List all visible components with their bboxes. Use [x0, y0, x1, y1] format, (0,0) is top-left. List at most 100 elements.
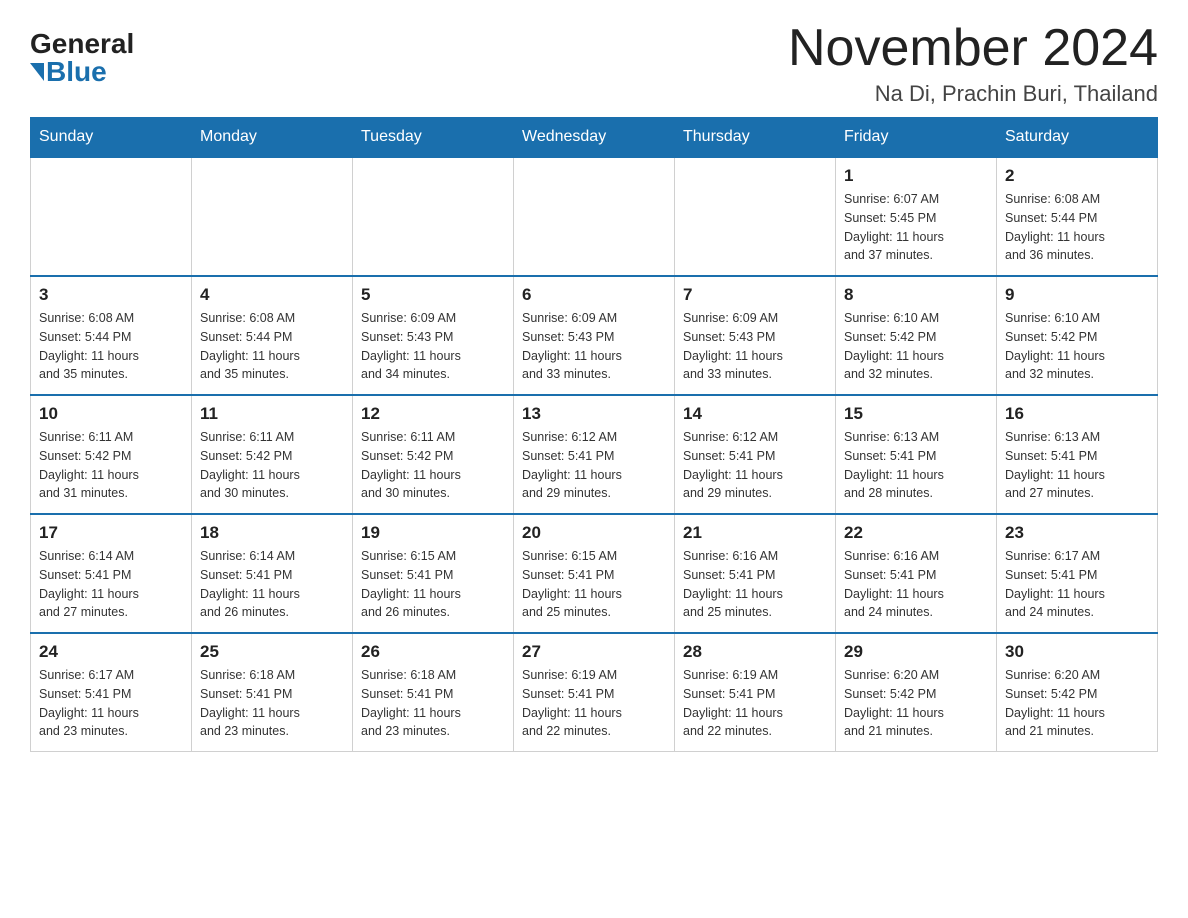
calendar-cell: 12 Sunrise: 6:11 AMSunset: 5:42 PMDayligh…: [353, 395, 514, 514]
calendar-cell: 20 Sunrise: 6:15 AMSunset: 5:41 PMDayligh…: [514, 514, 675, 633]
day-info: Sunrise: 6:19 AMSunset: 5:41 PMDaylight:…: [522, 666, 666, 741]
day-info: Sunrise: 6:20 AMSunset: 5:42 PMDaylight:…: [1005, 666, 1149, 741]
calendar-cell: 30 Sunrise: 6:20 AMSunset: 5:42 PMDayligh…: [997, 633, 1158, 752]
day-number: 3: [39, 285, 183, 305]
day-info: Sunrise: 6:13 AMSunset: 5:41 PMDaylight:…: [1005, 428, 1149, 503]
calendar-cell: 2 Sunrise: 6:08 AMSunset: 5:44 PMDaylight…: [997, 157, 1158, 276]
logo-general-text: General: [30, 30, 134, 58]
weekday-header-monday: Monday: [192, 118, 353, 158]
calendar-cell: 10 Sunrise: 6:11 AMSunset: 5:42 PMDayligh…: [31, 395, 192, 514]
calendar-cell: 29 Sunrise: 6:20 AMSunset: 5:42 PMDayligh…: [836, 633, 997, 752]
day-info: Sunrise: 6:15 AMSunset: 5:41 PMDaylight:…: [522, 547, 666, 622]
page-header: General Blue November 2024 Na Di, Prachi…: [30, 20, 1158, 107]
calendar-cell: [514, 157, 675, 276]
logo-blue-text: Blue: [46, 58, 107, 86]
day-number: 23: [1005, 523, 1149, 543]
day-info: Sunrise: 6:12 AMSunset: 5:41 PMDaylight:…: [683, 428, 827, 503]
calendar-cell: 17 Sunrise: 6:14 AMSunset: 5:41 PMDayligh…: [31, 514, 192, 633]
day-number: 14: [683, 404, 827, 424]
day-info: Sunrise: 6:11 AMSunset: 5:42 PMDaylight:…: [200, 428, 344, 503]
day-number: 22: [844, 523, 988, 543]
day-number: 28: [683, 642, 827, 662]
calendar-cell: [192, 157, 353, 276]
day-info: Sunrise: 6:09 AMSunset: 5:43 PMDaylight:…: [361, 309, 505, 384]
calendar-week-row: 17 Sunrise: 6:14 AMSunset: 5:41 PMDayligh…: [31, 514, 1158, 633]
weekday-header-friday: Friday: [836, 118, 997, 158]
day-info: Sunrise: 6:14 AMSunset: 5:41 PMDaylight:…: [200, 547, 344, 622]
day-info: Sunrise: 6:08 AMSunset: 5:44 PMDaylight:…: [1005, 190, 1149, 265]
calendar-cell: 1Sunrise: 6:07 AMSunset: 5:45 PMDaylight…: [836, 157, 997, 276]
day-info: Sunrise: 6:17 AMSunset: 5:41 PMDaylight:…: [1005, 547, 1149, 622]
day-info: Sunrise: 6:18 AMSunset: 5:41 PMDaylight:…: [361, 666, 505, 741]
day-number: 26: [361, 642, 505, 662]
calendar-cell: 11 Sunrise: 6:11 AMSunset: 5:42 PMDayligh…: [192, 395, 353, 514]
day-info: Sunrise: 6:11 AMSunset: 5:42 PMDaylight:…: [361, 428, 505, 503]
calendar-cell: 26 Sunrise: 6:18 AMSunset: 5:41 PMDayligh…: [353, 633, 514, 752]
day-number: 9: [1005, 285, 1149, 305]
month-title: November 2024: [788, 20, 1158, 77]
calendar-cell: 24 Sunrise: 6:17 AMSunset: 5:41 PMDayligh…: [31, 633, 192, 752]
calendar-cell: 3 Sunrise: 6:08 AMSunset: 5:44 PMDaylight…: [31, 276, 192, 395]
day-info: Sunrise: 6:15 AMSunset: 5:41 PMDaylight:…: [361, 547, 505, 622]
weekday-header-wednesday: Wednesday: [514, 118, 675, 158]
calendar-cell: 8Sunrise: 6:10 AMSunset: 5:42 PMDaylight…: [836, 276, 997, 395]
day-number: 30: [1005, 642, 1149, 662]
calendar-header-row: SundayMondayTuesdayWednesdayThursdayFrid…: [31, 118, 1158, 158]
day-number: 10: [39, 404, 183, 424]
day-number: 18: [200, 523, 344, 543]
calendar-cell: [675, 157, 836, 276]
day-number: 2: [1005, 166, 1149, 186]
day-info: Sunrise: 6:07 AMSunset: 5:45 PMDaylight:…: [844, 190, 988, 265]
day-number: 20: [522, 523, 666, 543]
calendar-cell: 27 Sunrise: 6:19 AMSunset: 5:41 PMDayligh…: [514, 633, 675, 752]
day-number: 17: [39, 523, 183, 543]
calendar-cell: 23 Sunrise: 6:17 AMSunset: 5:41 PMDayligh…: [997, 514, 1158, 633]
calendar-cell: 4 Sunrise: 6:08 AMSunset: 5:44 PMDaylight…: [192, 276, 353, 395]
calendar-cell: 25Sunrise: 6:18 AMSunset: 5:41 PMDayligh…: [192, 633, 353, 752]
day-number: 16: [1005, 404, 1149, 424]
calendar-cell: 18 Sunrise: 6:14 AMSunset: 5:41 PMDayligh…: [192, 514, 353, 633]
calendar-week-row: 10 Sunrise: 6:11 AMSunset: 5:42 PMDayligh…: [31, 395, 1158, 514]
calendar-cell: 9 Sunrise: 6:10 AMSunset: 5:42 PMDaylight…: [997, 276, 1158, 395]
day-number: 11: [200, 404, 344, 424]
calendar-week-row: 3 Sunrise: 6:08 AMSunset: 5:44 PMDaylight…: [31, 276, 1158, 395]
day-number: 24: [39, 642, 183, 662]
day-number: 29: [844, 642, 988, 662]
weekday-header-saturday: Saturday: [997, 118, 1158, 158]
calendar-cell: 19 Sunrise: 6:15 AMSunset: 5:41 PMDayligh…: [353, 514, 514, 633]
calendar-week-row: 1Sunrise: 6:07 AMSunset: 5:45 PMDaylight…: [31, 157, 1158, 276]
day-info: Sunrise: 6:10 AMSunset: 5:42 PMDaylight:…: [1005, 309, 1149, 384]
day-info: Sunrise: 6:14 AMSunset: 5:41 PMDaylight:…: [39, 547, 183, 622]
day-number: 7: [683, 285, 827, 305]
calendar-table: SundayMondayTuesdayWednesdayThursdayFrid…: [30, 117, 1158, 752]
calendar-cell: 22 Sunrise: 6:16 AMSunset: 5:41 PMDayligh…: [836, 514, 997, 633]
day-info: Sunrise: 6:08 AMSunset: 5:44 PMDaylight:…: [39, 309, 183, 384]
day-number: 27: [522, 642, 666, 662]
calendar-cell: 7Sunrise: 6:09 AMSunset: 5:43 PMDaylight…: [675, 276, 836, 395]
logo: General Blue: [30, 30, 134, 86]
day-info: Sunrise: 6:13 AMSunset: 5:41 PMDaylight:…: [844, 428, 988, 503]
title-block: November 2024 Na Di, Prachin Buri, Thail…: [788, 20, 1158, 107]
day-info: Sunrise: 6:09 AMSunset: 5:43 PMDaylight:…: [522, 309, 666, 384]
day-number: 19: [361, 523, 505, 543]
day-info: Sunrise: 6:12 AMSunset: 5:41 PMDaylight:…: [522, 428, 666, 503]
day-info: Sunrise: 6:10 AMSunset: 5:42 PMDaylight:…: [844, 309, 988, 384]
day-info: Sunrise: 6:11 AMSunset: 5:42 PMDaylight:…: [39, 428, 183, 503]
day-info: Sunrise: 6:19 AMSunset: 5:41 PMDaylight:…: [683, 666, 827, 741]
day-info: Sunrise: 6:08 AMSunset: 5:44 PMDaylight:…: [200, 309, 344, 384]
location-title: Na Di, Prachin Buri, Thailand: [788, 81, 1158, 107]
day-number: 4: [200, 285, 344, 305]
calendar-cell: 14 Sunrise: 6:12 AMSunset: 5:41 PMDayligh…: [675, 395, 836, 514]
day-info: Sunrise: 6:18 AMSunset: 5:41 PMDaylight:…: [200, 666, 344, 741]
day-number: 13: [522, 404, 666, 424]
day-info: Sunrise: 6:16 AMSunset: 5:41 PMDaylight:…: [844, 547, 988, 622]
day-info: Sunrise: 6:20 AMSunset: 5:42 PMDaylight:…: [844, 666, 988, 741]
day-info: Sunrise: 6:17 AMSunset: 5:41 PMDaylight:…: [39, 666, 183, 741]
day-number: 12: [361, 404, 505, 424]
calendar-cell: 28 Sunrise: 6:19 AMSunset: 5:41 PMDayligh…: [675, 633, 836, 752]
calendar-cell: [353, 157, 514, 276]
calendar-cell: 21Sunrise: 6:16 AMSunset: 5:41 PMDayligh…: [675, 514, 836, 633]
weekday-header-tuesday: Tuesday: [353, 118, 514, 158]
day-number: 6: [522, 285, 666, 305]
calendar-cell: 6 Sunrise: 6:09 AMSunset: 5:43 PMDaylight…: [514, 276, 675, 395]
